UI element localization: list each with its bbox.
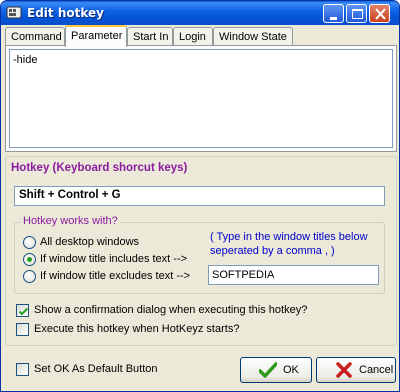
edit-hotkey-window: Edit hotkey Command Parameter Start In L… [0,0,400,392]
default-ok-checkbox[interactable] [16,363,29,376]
window-titles-hint: ( Type in the window titles below sepera… [210,231,368,257]
ok-button[interactable]: OK [240,357,312,383]
default-ok-label: Set OK As Default Button [34,363,158,375]
radio-selected-dot [27,257,32,262]
parameter-panel: -hide [5,45,397,152]
checkmark-icon [259,362,277,378]
radio-label: If window title excludes text --> [40,270,191,282]
cancel-x-icon [336,362,352,378]
radio-button[interactable] [23,270,36,283]
radio-button[interactable] [23,236,36,249]
tab-window-state[interactable]: Window State [213,27,293,46]
hotkey-group-legend: Hotkey (Keyboard shorcut keys) [9,162,190,174]
minimize-button[interactable] [323,4,344,23]
run-on-start-checkbox[interactable] [16,323,29,336]
tab-start-in[interactable]: Start In [127,27,173,46]
title-bar[interactable]: Edit hotkey [1,1,399,25]
tab-login[interactable]: Login [173,27,213,46]
radio-label: If window title includes text --> [40,253,188,265]
maximize-button[interactable] [346,4,367,23]
window-title: Edit hotkey [27,6,104,20]
ok-label: OK [283,364,299,376]
close-button[interactable] [369,4,390,23]
keyboard-icon [6,5,22,21]
confirm-dialog-label: Show a confirmation dialog when executin… [34,304,308,316]
tab-command[interactable]: Command [5,27,65,46]
confirm-dialog-checkbox[interactable] [16,304,29,317]
hotkey-input[interactable]: Shift + Control + G [14,186,385,206]
works-with-legend: Hotkey works with? [21,215,120,227]
run-on-start-label: Execute this hotkey when HotKeyz starts? [34,323,240,335]
cancel-button[interactable]: Cancel [316,357,396,383]
parameter-textarea[interactable]: -hide [9,49,393,148]
radio-label: All desktop windows [40,236,140,248]
cancel-label: Cancel [359,364,394,376]
window-titles-input[interactable]: SOFTPEDIA [208,265,379,285]
tab-parameter[interactable]: Parameter [65,25,127,47]
radio-button[interactable] [23,253,36,266]
